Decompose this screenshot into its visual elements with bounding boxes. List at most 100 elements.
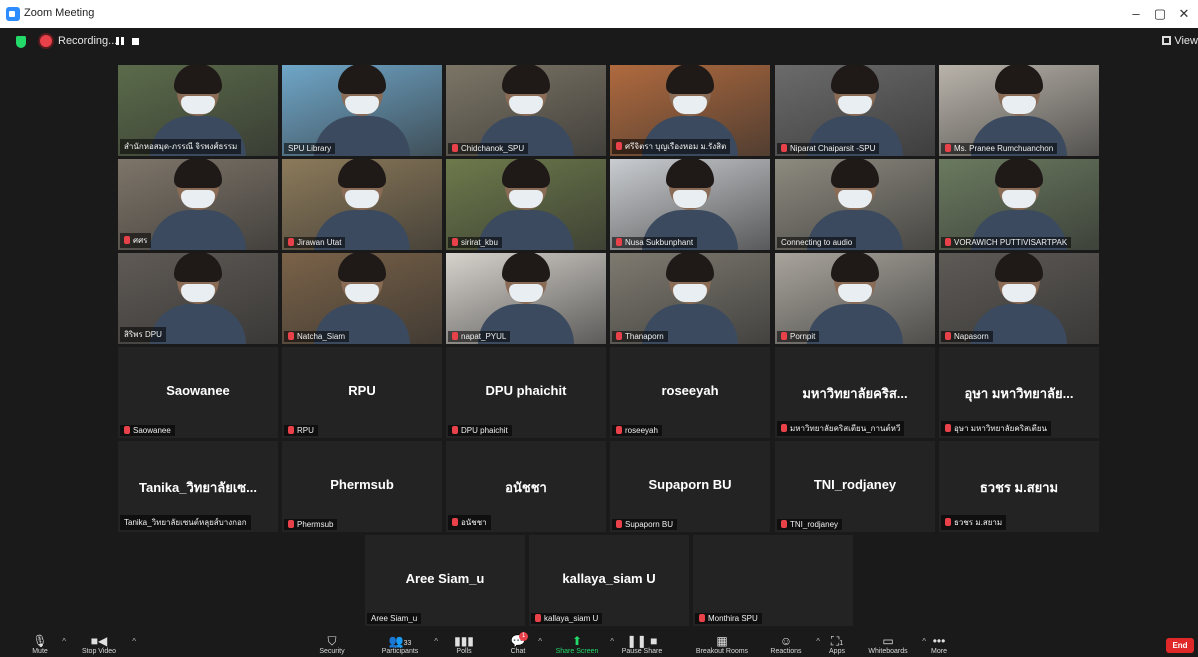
participant-tile[interactable]: DPU phaichit DPU phaichit [446,347,606,438]
participant-tile[interactable]: Tanika_วิทยาลัยเซ... Tanika_วิทยาลัยเซนต์… [118,441,278,532]
microphone-icon: 🎙 [32,634,48,648]
stop-recording-icon[interactable] [132,38,139,45]
participant-name-tag: Monthira SPU [695,613,762,624]
maximize-button[interactable]: ▢ [1150,4,1170,24]
chat-button[interactable]: 💬 Chat 1 ^ [506,632,542,655]
participant-tile[interactable]: Thanaporn [610,253,770,344]
participant-tile[interactable]: อุษา มหาวิทยาลัย... อุษา มหาวิทยาลัยคริสเ… [939,347,1099,438]
chevron-up-icon[interactable]: ^ [610,637,614,646]
participant-name: มหาวิทยาลัยคริสเตียน_กานต์หวี [790,424,901,433]
participant-tile[interactable]: Napasorn [939,253,1099,344]
participant-hair [174,65,222,94]
participant-tile[interactable]: kallaya_siam U kallaya_siam U [529,535,689,626]
pause-share-button[interactable]: ❚❚ ■ Pause Share [620,635,664,655]
pause-recording-icon[interactable] [116,37,126,45]
participant-mask [181,190,215,208]
muted-mic-icon [781,520,787,528]
encryption-shield-icon[interactable] [16,36,26,48]
chevron-up-icon[interactable]: ^ [538,637,542,646]
participant-display-name: TNI_rodjaney [813,477,897,492]
participant-tile[interactable]: Connecting to audio [775,159,935,250]
participant-mask [1002,96,1036,114]
participant-hair [502,65,550,94]
participant-name: Jirawan Utat [297,238,342,247]
participant-name-tag: Natcha_Siam [284,331,350,342]
participant-name-tag: มหาวิทยาลัยคริสเตียน_กานต์หวี [777,421,905,436]
participant-hair [831,159,879,188]
participant-tile[interactable]: napat_PYUL [446,253,606,344]
participant-tile[interactable]: มหาวิทยาลัยคริส... มหาวิทยาลัยคริสเตียน_ก… [775,347,935,438]
participant-name-tag: อุษา มหาวิทยาลัยคริสเตียน [941,421,1051,436]
participant-name: Saowanee [133,426,171,435]
participant-hair [502,253,550,282]
minimize-button[interactable]: – [1126,4,1146,24]
participant-name-tag: Thanaporn [612,331,668,342]
participant-tile[interactable]: SPU Library [282,65,442,156]
view-button[interactable]: View [1162,35,1198,47]
participant-tile[interactable]: Aree Siam_u Aree Siam_u [365,535,525,626]
participant-tile[interactable]: สิริพร DPU [118,253,278,344]
participant-tile[interactable]: ศศร [118,159,278,250]
chevron-up-icon[interactable]: ^ [816,637,820,646]
participant-tile[interactable]: Chidchanok_SPU [446,65,606,156]
participant-tile[interactable]: Niparat Chaiparsit -SPU [775,65,935,156]
participant-tile[interactable]: TNI_rodjaney TNI_rodjaney [775,441,935,532]
participant-tile[interactable]: Ms. Pranee Rumchuanchon [939,65,1099,156]
chevron-up-icon[interactable]: ^ [132,637,136,646]
apps-button[interactable]: ⛶1 Apps [822,635,852,655]
participant-name: สำนักหอสมุด-ภรรณี จิรพงศ์ธรรม [124,142,238,151]
participants-button[interactable]: 👥33 Participants ^ [374,635,438,655]
muted-mic-icon [452,426,458,434]
participant-tile[interactable]: Pornpit [775,253,935,344]
participant-tile[interactable]: RPU RPU [282,347,442,438]
participant-mask [838,190,872,208]
participant-tile[interactable]: Monthira SPU [693,535,853,626]
share-screen-button[interactable]: ⬆ Share Screen ^ [552,635,614,655]
whiteboards-button[interactable]: ▭ Whiteboards ^ [862,634,926,655]
end-meeting-button[interactable]: End [1166,638,1194,653]
muted-mic-icon [945,332,951,340]
participant-display-name: Supaporn BU [648,477,732,492]
mute-button[interactable]: 🎙 Mute ^ [26,634,66,655]
participant-tile[interactable]: VORAWICH PUTTIVISARTPAK [939,159,1099,250]
participant-hair [666,159,714,188]
muted-mic-icon [781,332,787,340]
reactions-button[interactable]: ☺ Reactions ^ [764,634,820,655]
participant-tile[interactable]: ศรีจิตรา บุญเรืองหอม ม.รังสิต [610,65,770,156]
participant-tile[interactable]: สำนักหอสมุด-ภรรณี จิรพงศ์ธรรม [118,65,278,156]
chevron-up-icon[interactable]: ^ [434,637,438,646]
participant-tile[interactable]: sirirat_kbu [446,159,606,250]
participant-tile[interactable]: Nusa Sukbunphant [610,159,770,250]
participant-name-tag: sirirat_kbu [448,237,502,248]
muted-mic-icon [288,426,294,434]
more-button[interactable]: ••• More [926,635,952,655]
chevron-up-icon[interactable]: ^ [62,637,66,646]
whiteboard-icon: ▭ [882,634,894,648]
participant-tile[interactable]: อนัชชา อนัชชา [446,441,606,532]
participant-name-tag: Aree Siam_u [367,613,422,624]
security-button[interactable]: ⛉ Security [314,635,350,655]
breakout-rooms-button[interactable]: ▦ Breakout Rooms [694,635,750,655]
muted-mic-icon [616,426,622,434]
close-button[interactable]: ✕ [1174,4,1194,24]
participant-tile[interactable]: ธวชร ม.สยาม ธวชร ม.สยาม [939,441,1099,532]
participant-display-name: Tanika_วิทยาลัยเซ... [139,480,257,495]
participant-hair [174,253,222,282]
stop-video-button[interactable]: ■◀ Stop Video ^ [74,635,136,655]
participant-name-tag: Ms. Pranee Rumchuanchon [941,143,1058,154]
participant-tile[interactable]: Supaporn BU Supaporn BU [610,441,770,532]
participant-display-name: มหาวิทยาลัยคริส... [802,386,908,401]
participant-mask [509,96,543,114]
reactions-icon: ☺ [779,634,793,648]
muted-mic-icon [945,518,951,526]
participant-tile[interactable]: Jirawan Utat [282,159,442,250]
polls-button[interactable]: ▮▮▮ Polls [452,635,476,655]
participant-tile[interactable]: Saowanee Saowanee [118,347,278,438]
participant-tile[interactable]: Natcha_Siam [282,253,442,344]
participant-tile[interactable]: Phermsub Phermsub [282,441,442,532]
participant-name: ศรีจิตรา บุญเรืองหอม ม.รังสิต [625,142,727,151]
chat-badge: 1 [519,632,528,641]
participant-name: Supaporn BU [625,520,674,529]
participant-name: DPU phaichit [461,426,508,435]
participant-tile[interactable]: roseeyah roseeyah [610,347,770,438]
